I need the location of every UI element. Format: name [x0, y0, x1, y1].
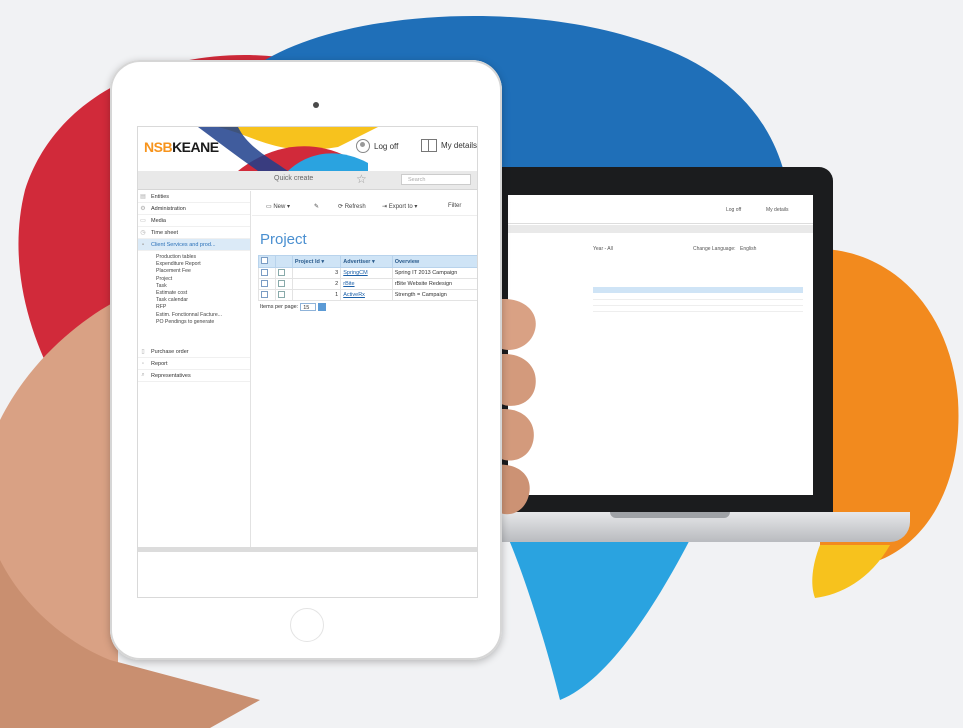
table-row[interactable]: 1 ActiveRx Strength = Campaign: [258, 289, 477, 301]
advertiser-link[interactable]: SpringCM: [343, 270, 367, 276]
export-label: Export to: [388, 204, 413, 210]
refresh-button[interactable]: ⟳ Refresh: [338, 203, 366, 210]
sidebar-item-label: Administration: [151, 205, 186, 212]
export-button[interactable]: ⇥ Export to ▾: [382, 203, 417, 210]
logoff-label: Log off: [374, 141, 399, 151]
tablet-frame: NSBKEANE Log off My details Quick create…: [110, 60, 502, 660]
grid-header-edit: [274, 255, 293, 268]
camera-icon: [313, 102, 319, 108]
sidebar-item-label: Report: [151, 360, 168, 367]
project-grid: Project Id ▾ Advertiser ▾ Overview 3 Spr…: [258, 255, 477, 301]
cell-overview: Spring IT 2013 Campaign: [391, 267, 477, 279]
purchase-icon: ▯: [141, 349, 145, 356]
table-row[interactable]: 2 rBite rBite Website Redesign: [258, 278, 477, 290]
gear-icon: ⚙: [140, 206, 146, 212]
sidebar-item-time-sheet[interactable]: ◷ Time sheet: [138, 227, 250, 239]
cell-advertiser[interactable]: SpringCM: [340, 267, 393, 279]
sidebar-item-label: Client Services and prod...: [151, 241, 216, 248]
sidebar-item-entities[interactable]: ▤ Entities: [138, 191, 250, 203]
chevron-down-icon[interactable]: [318, 303, 327, 311]
submenu-item-estimate-cost[interactable]: Estimate cost: [138, 290, 250, 297]
cell-project-id: 1: [291, 289, 342, 301]
items-per-page-label: Items per page:: [260, 304, 299, 310]
sidebar-item-label: Media: [151, 217, 166, 224]
cell-advertiser[interactable]: ActiveRx: [340, 289, 393, 301]
filter-button[interactable]: Filter: [448, 203, 461, 209]
table-row[interactable]: 3 SpringCM Spring IT 2013 Campaign: [258, 267, 477, 279]
items-per-page: Items per page: 15: [260, 303, 327, 311]
column-label: Advertiser: [343, 258, 371, 265]
edit-icon[interactable]: [274, 267, 293, 279]
sidebar: ▤ Entities ⚙ Administration ▭ Media ◷ Time s…: [138, 191, 250, 491]
sidebar-item-label: Representatives: [151, 372, 191, 379]
brand-swoosh: [198, 127, 378, 171]
sidebar-item-representatives[interactable]: ⌕ Representatives: [138, 370, 250, 383]
search-icon: ⌕: [141, 372, 145, 379]
submenu-item-rfp[interactable]: RFP: [138, 304, 250, 311]
refresh-label: Refresh: [344, 204, 366, 210]
media-icon: ▭: [140, 218, 146, 224]
submenu-item-expenditure-report[interactable]: Expenditure Report: [138, 261, 250, 268]
submenu-item-po-pendings[interactable]: PO Pendings to generate: [138, 319, 250, 326]
column-label: Project Id: [294, 258, 320, 265]
submenu-item-project[interactable]: Project: [138, 276, 250, 283]
grid-header-advertiser[interactable]: Advertiser ▾: [340, 255, 393, 268]
cell-advertiser[interactable]: rBite: [340, 278, 393, 290]
app-header: NSBKEANE Log off My details: [138, 127, 477, 171]
cell-project-id: 2: [291, 278, 342, 290]
select-all-checkbox[interactable]: [258, 255, 276, 268]
client-icon: ▪: [141, 241, 145, 248]
quick-bar: Quick create ☆ Search: [138, 171, 477, 190]
new-button[interactable]: ▭ New ▾: [266, 203, 290, 210]
row-checkbox[interactable]: [258, 267, 276, 279]
entities-icon: ▤: [140, 194, 146, 200]
page-title: Project: [260, 231, 307, 248]
sidebar-item-report[interactable]: ▫ Report: [138, 358, 250, 371]
sidebar-item-media[interactable]: ▭ Media: [138, 215, 250, 227]
logoff-button[interactable]: Log off: [356, 139, 398, 153]
grid-header-row: Project Id ▾ Advertiser ▾ Overview: [258, 255, 477, 268]
footer-bar: [138, 547, 477, 552]
book-icon: [421, 139, 437, 152]
cell-project-id: 3: [291, 267, 342, 279]
sidebar-submenu: Production tables Expenditure Report Pla…: [138, 251, 250, 326]
sidebar-item-administration[interactable]: ⚙ Administration: [138, 203, 250, 215]
quick-create-button[interactable]: Quick create: [274, 175, 313, 182]
tablet-screen: NSBKEANE Log off My details Quick create…: [137, 126, 478, 598]
sidebar-item-label: Purchase order: [151, 348, 189, 355]
sidebar-item-purchase-order[interactable]: ▯ Purchase order: [138, 346, 250, 359]
cell-overview: rBite Website Redesign: [391, 278, 477, 290]
grid-header-project-id[interactable]: Project Id ▾: [291, 255, 342, 268]
submenu-item-estim-fonctionnal[interactable]: Estim. Fonctionnal Facture...: [138, 312, 250, 319]
edit-icon[interactable]: [274, 289, 293, 301]
home-button[interactable]: [290, 608, 324, 642]
items-per-page-select[interactable]: 15: [300, 303, 317, 311]
row-checkbox[interactable]: [258, 289, 276, 301]
row-checkbox[interactable]: [258, 278, 276, 290]
star-icon[interactable]: ☆: [356, 172, 367, 186]
grid-header-overview[interactable]: Overview: [391, 255, 477, 268]
sidebar-item-label: Time sheet: [151, 229, 179, 236]
nsbkeane-logo: NSBKEANE: [144, 139, 219, 155]
toolbar: ▭ New ▾ ✎ ⟳ Refresh ⇥ Export to ▾ Filter: [252, 199, 477, 216]
edit-icon[interactable]: ✎: [314, 203, 319, 210]
submenu-item-placement-fee[interactable]: Placement Fee: [138, 268, 250, 275]
submenu-item-task[interactable]: Task: [138, 283, 250, 290]
submenu-item-task-calendar[interactable]: Task calendar: [138, 297, 250, 304]
cell-overview: Strength = Campaign: [391, 289, 477, 301]
report-icon: ▫: [141, 360, 145, 367]
user-icon: [356, 139, 370, 153]
submenu-item-production-tables[interactable]: Production tables: [138, 254, 250, 261]
my-details-label: My details: [441, 141, 477, 150]
search-input[interactable]: Search: [401, 174, 471, 185]
my-details-button[interactable]: My details: [421, 139, 477, 152]
sidebar-item-label: Entities: [151, 193, 170, 200]
advertiser-link[interactable]: rBite: [343, 281, 354, 287]
advertiser-link[interactable]: ActiveRx: [343, 292, 365, 298]
sidebar-item-client-services[interactable]: ▪ Client Services and prod...: [138, 239, 250, 251]
new-label: New: [273, 204, 286, 210]
clock-icon: ◷: [140, 230, 146, 236]
edit-icon[interactable]: [274, 278, 293, 290]
sidebar-divider: [250, 191, 251, 551]
